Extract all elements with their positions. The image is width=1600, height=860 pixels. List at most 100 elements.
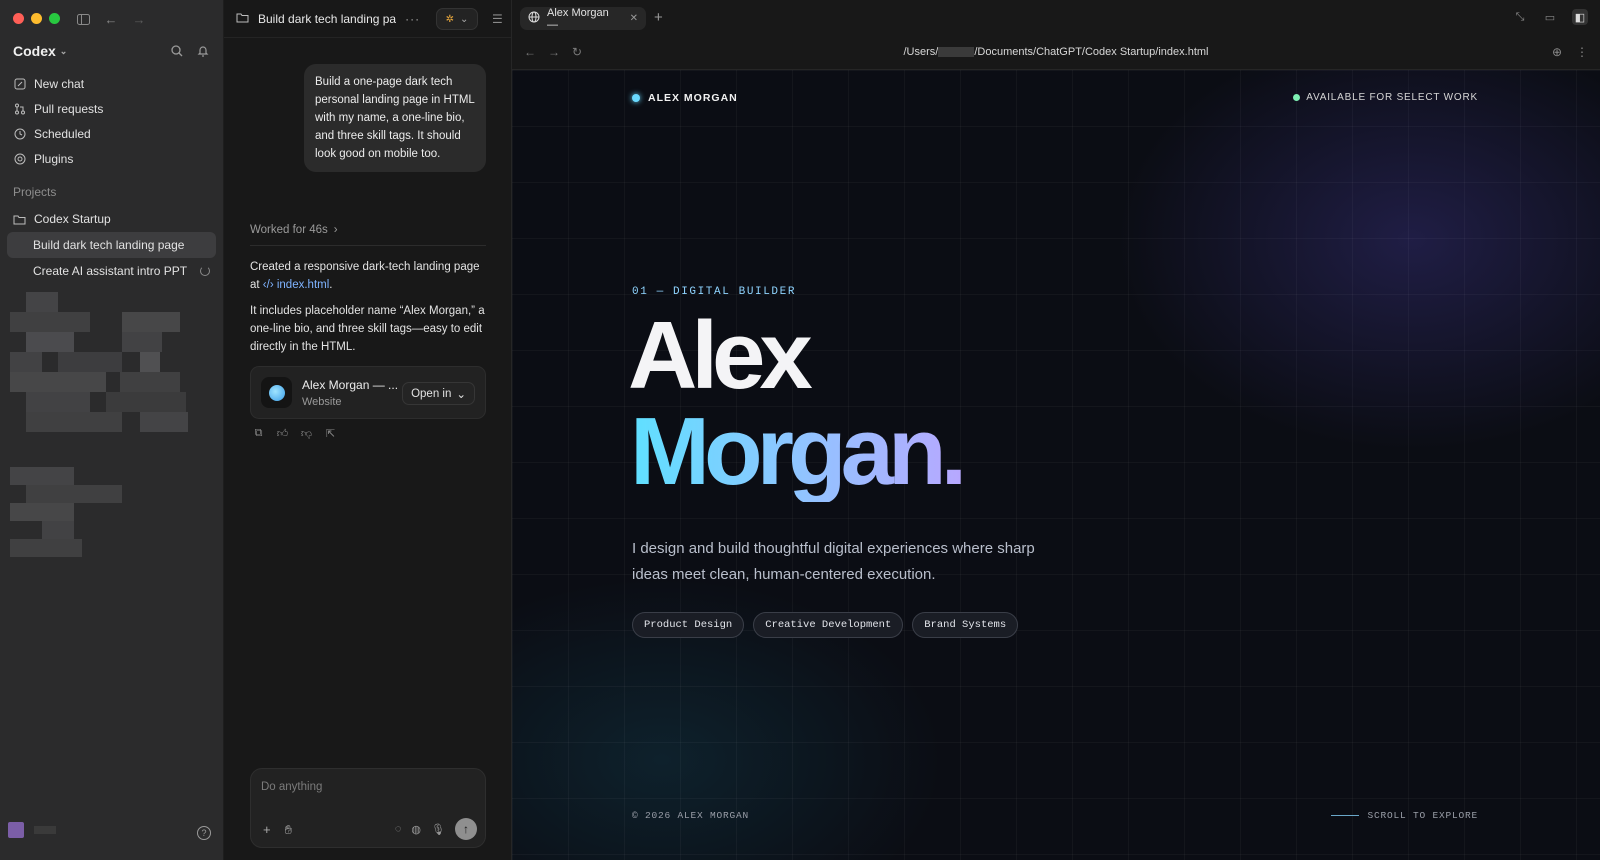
thread-build-dark-tech-landing-page[interactable]: Build dark tech landing page [7,232,216,258]
url-redacted-segment [938,47,975,58]
search-icon[interactable] [169,43,185,59]
project-codex-startup[interactable]: Codex Startup [7,206,216,232]
globe-icon [528,11,540,26]
zoom-window-button[interactable] [49,13,60,24]
composer-right-actions: ◌ ◍ 🎙︎ ↑ [395,818,477,840]
scroll-hint[interactable]: SCROLL TO EXPLORE [1331,810,1478,821]
back-arrow-icon[interactable]: ← [103,11,119,27]
microphone-icon[interactable]: 🎙︎ [431,823,445,836]
worked-label: Worked for 46s [250,224,328,236]
thread-label: Build dark tech landing page [33,238,185,252]
sidebar-item-new-chat[interactable]: New chat [7,71,216,96]
sidebar-toggle-icon[interactable] [75,11,91,27]
avatar[interactable] [8,822,24,838]
toolbar-icons: ← → [75,11,147,27]
file-link-index-html[interactable]: ‹/› index.html [263,279,329,291]
forward-arrow-icon[interactable]: → [131,11,147,27]
device-preview-icon[interactable]: ▭ [1542,9,1558,25]
loading-ring-icon: ◌ [394,823,402,835]
model-selector[interactable]: ✲ ⌄ [436,8,478,30]
landing-footer: © 2026 ALEX MORGAN [632,810,750,821]
chevron-down-icon: ⌄ [460,13,469,25]
globe-icon[interactable]: ◍ [411,823,421,836]
chevron-down-icon: ⌄ [59,45,68,56]
hero-bio: I design and build thoughtful digital ex… [632,540,1035,583]
help-icon[interactable]: ? [197,826,211,840]
window-controls [13,13,60,24]
skill-tag: Brand Systems [912,612,1019,638]
thumbs-up-icon[interactable]: 👍︎ [276,427,289,440]
minimize-window-button[interactable] [31,13,42,24]
hand-icon[interactable]: ✋︎ [285,822,292,838]
app-brand-menu[interactable]: Codex ⌄ [13,43,67,59]
bell-icon[interactable] [195,43,211,59]
scroll-hint-label: SCROLL TO EXPLORE [1367,810,1478,821]
file-link-label: index.html [276,279,330,291]
browser-tab[interactable]: Alex Morgan — ✕ [520,6,646,31]
app-brand-label: Codex [13,43,56,59]
url-field[interactable]: /Users/ /Documents/ChatGPT/Codex Startup/… [512,46,1600,58]
landing-brand[interactable]: ALEX MORGAN [632,92,738,104]
sidebar-item-plugins[interactable]: Plugins [7,146,216,171]
composer-input[interactable] [261,781,471,793]
sidebar-item-label: Plugins [34,151,74,166]
hero-name-first: Alex [628,302,813,409]
close-tab-icon[interactable]: ✕ [630,13,638,24]
worked-duration-toggle[interactable]: Worked for 46s › [250,224,338,236]
open-in-button[interactable]: Open in ⌄ [402,382,475,405]
thumbs-down-icon[interactable]: 👎︎ [300,427,313,440]
composer-left-actions: + ✋︎ [263,822,292,838]
skill-tag: Creative Development [753,612,904,638]
plus-icon[interactable]: + [263,822,271,838]
more-options-icon[interactable]: ··· [405,12,420,26]
availability-label: AVAILABLE FOR SELECT WORK [1306,92,1478,103]
url-prefix: /Users/ [903,46,939,58]
copy-icon[interactable]: ⧉ [252,427,265,440]
divider [250,245,486,246]
message-composer: + ✋︎ ◌ ◍ 🎙︎ ↑ [250,768,486,848]
hero-kicker: 01 — DIGITAL BUILDER [632,286,797,298]
sidebar: ← → Codex ⌄ New chat Pull requests Sched… [0,0,224,860]
scroll-line [1331,815,1360,816]
share-icon[interactable]: ⇱ [324,427,337,440]
split-view-icon[interactable]: ◧ [1572,9,1588,25]
sparkle-icon: ✲ [445,13,454,25]
folder-icon [236,10,249,28]
thread-create-ai-assistant-intro-ppt[interactable]: Create AI assistant intro PPT [7,258,216,284]
globe-icon [261,377,292,408]
account-name-redacted [34,826,56,834]
message-actions: ⧉ 👍︎ 👎︎ ⇱ [252,427,337,440]
chevron-right-icon: › [333,224,338,236]
card-title: Alex Morgan — ... [302,378,397,392]
sidebar-item-scheduled[interactable]: Scheduled [7,121,216,146]
user-message: Build a one-page dark tech personal land… [304,64,486,172]
browser-panel: Alex Morgan — ✕ + ⤡ ▭ ◧ ← → ↻ /Users//Do… [512,0,1600,860]
chat-title: Build dark tech landing pa [258,11,397,26]
landing-brand-label: ALEX MORGAN [648,92,738,104]
landing-page-viewport: ALEX MORGAN AVAILABLE FOR SELECT WORK 01… [512,70,1600,860]
website-preview-card[interactable]: Alex Morgan — ... Website Open in ⌄ [250,366,486,419]
account-area[interactable] [8,822,56,838]
add-icon[interactable]: ⊕ [1552,45,1562,59]
reply-text: . [329,279,333,291]
card-subtitle: Website [302,396,342,408]
hero-name-last: Morgan. [630,398,967,505]
close-window-button[interactable] [13,13,24,24]
availability-status: AVAILABLE FOR SELECT WORK [1293,92,1478,103]
pull-request-icon [13,102,26,115]
new-tab-button[interactable]: + [654,9,663,26]
plugin-icon [13,152,26,165]
sidebar-actions [169,43,211,59]
clock-icon [13,127,26,140]
send-button[interactable]: ↑ [455,818,477,840]
checklist-icon[interactable]: ☰ [492,12,503,26]
collapse-icon[interactable]: ⤡ [1512,9,1528,25]
codex-app-window: ← → Codex ⌄ New chat Pull requests Sched… [0,0,1600,860]
tab-title: Alex Morgan — [547,6,609,31]
sidebar-item-label: New chat [34,76,85,91]
kebab-menu-icon[interactable]: ⋮ [1576,45,1588,59]
address-bar-actions: ⊕ ⋮ [1552,45,1588,59]
skill-tag: Product Design [632,612,745,638]
sidebar-item-pull-requests[interactable]: Pull requests [7,96,216,121]
compose-icon [13,77,26,90]
